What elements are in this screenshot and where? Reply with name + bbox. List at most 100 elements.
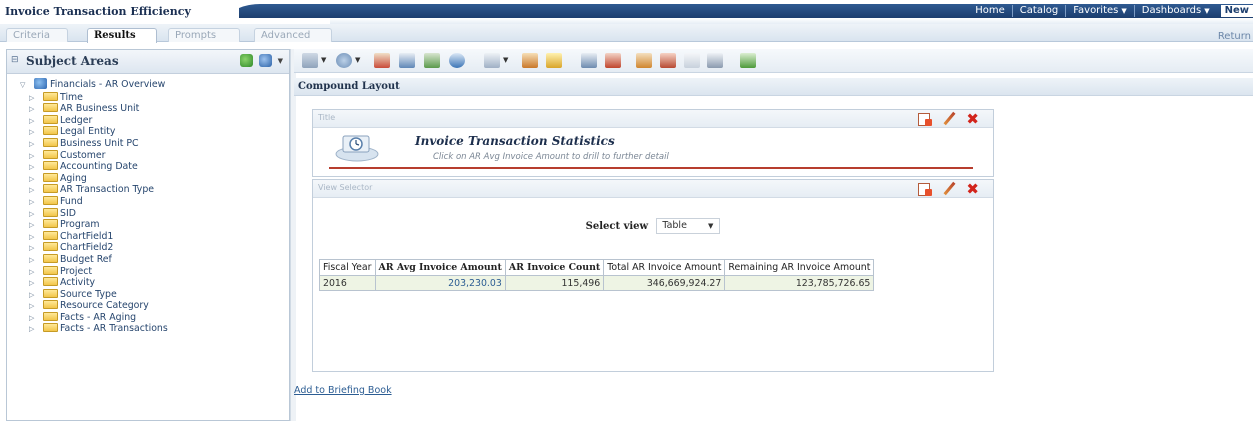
column-header[interactable]: AR Invoice Count xyxy=(504,259,605,276)
folder-icon xyxy=(43,277,58,287)
subject-areas-header: ⊟ Subject Areas ▼ xyxy=(7,50,289,74)
tree-folder[interactable]: ▷ Facts - AR Transactions xyxy=(7,323,289,335)
column-header[interactable]: Remaining AR Invoice Amount xyxy=(724,259,875,276)
nav-dashboards[interactable]: Dashboards ▼ xyxy=(1133,5,1217,17)
tree-folder[interactable]: ▷ Fund xyxy=(7,195,289,208)
folder-icon xyxy=(43,161,58,171)
compound-layout: Compound Layout Title ✖ Invoice Transact… xyxy=(294,78,1253,421)
column-properties-icon[interactable] xyxy=(707,53,723,68)
compound-layout-heading: Compound Layout xyxy=(294,78,1253,96)
new-view-menu-icon[interactable] xyxy=(484,53,500,68)
tree-folder[interactable]: ▷ Customer xyxy=(7,149,289,162)
tree-folder[interactable]: ▷ AR Business Unit xyxy=(7,103,289,115)
tree-folder[interactable]: ▷ AR Transaction Type xyxy=(7,184,289,196)
folder-icon xyxy=(43,126,58,136)
refresh-icon[interactable] xyxy=(258,54,272,67)
drill-cell[interactable]: 203,230.03 xyxy=(374,275,506,291)
folder-icon xyxy=(43,114,58,124)
editor-tabs: Criteria Results Prompts Advanced Return xyxy=(0,24,1253,43)
bulb-icon[interactable] xyxy=(546,53,562,68)
add-to-briefing-book-link[interactable]: Add to Briefing Book xyxy=(294,385,392,396)
tree-folder[interactable]: ▷ Project xyxy=(7,265,289,278)
collapse-icon[interactable]: ⊟ xyxy=(11,55,19,65)
refresh-results-icon[interactable] xyxy=(449,53,465,68)
title-view-label: Title xyxy=(318,113,336,122)
chart-icon[interactable] xyxy=(399,53,415,68)
tree-folder[interactable]: ▷ Resource Category xyxy=(7,300,289,312)
tree-folder[interactable]: ▷ Aging xyxy=(7,172,289,185)
tree-folder[interactable]: ▷ SID xyxy=(7,207,289,220)
nav-catalog[interactable]: Catalog xyxy=(1011,5,1065,17)
print-icon[interactable] xyxy=(302,53,318,68)
nav-home[interactable]: Home xyxy=(968,5,1012,17)
results-table: Fiscal Year AR Avg Invoice Amount AR Invoi… xyxy=(319,259,875,291)
column-header[interactable]: Fiscal Year xyxy=(319,259,376,276)
chevron-down-icon[interactable]: ▼ xyxy=(278,57,283,65)
table-view-icon[interactable] xyxy=(581,53,597,68)
title-divider xyxy=(329,167,973,169)
title-view-tools: ✖ xyxy=(918,111,979,126)
expand-icon[interactable]: ▽ xyxy=(20,80,29,92)
chevron-down-icon: ▼ xyxy=(1121,7,1127,15)
select-view-dropdown[interactable]: Table ▼ xyxy=(656,218,721,234)
format-icon[interactable] xyxy=(374,53,390,68)
column-header[interactable]: Total AR Invoice Amount xyxy=(603,259,726,276)
delete-x-icon[interactable]: ✖ xyxy=(966,111,979,126)
tree-folder[interactable]: ▷ Legal Entity xyxy=(7,126,289,138)
add-subject-area-icon[interactable] xyxy=(239,54,253,67)
tree-folder[interactable]: ▷ Facts - AR Aging xyxy=(7,311,289,324)
tree-root[interactable]: ▽ Financials - AR Overview xyxy=(7,78,289,90)
folder-icon xyxy=(43,195,58,205)
delete-x-icon[interactable]: ✖ xyxy=(966,181,979,196)
return-link[interactable]: Return xyxy=(1218,31,1251,42)
pivot-view-icon[interactable] xyxy=(605,53,621,68)
tree-folder[interactable]: ▷ Business Unit PC xyxy=(7,137,289,150)
folder-icon xyxy=(43,300,58,310)
select-view-label: Select view xyxy=(585,221,649,232)
tab-advanced[interactable]: Advanced xyxy=(254,28,332,42)
view-properties-icon[interactable] xyxy=(918,182,933,196)
folder-icon xyxy=(43,288,58,298)
new-view-icon[interactable] xyxy=(424,53,440,68)
export-icon[interactable] xyxy=(336,53,352,68)
chevron-down-icon[interactable]: ▼ xyxy=(321,56,326,64)
nav-new[interactable]: New xyxy=(1220,5,1253,17)
tree-folder[interactable]: ▷ Accounting Date xyxy=(7,161,289,173)
folder-icon xyxy=(43,103,58,113)
tree-folder[interactable]: ▷ ChartField1 xyxy=(7,230,289,243)
edit-pencil-icon[interactable] xyxy=(942,112,956,126)
tree-folder[interactable]: ▷ Program xyxy=(7,219,289,231)
report-title: Invoice Transaction Statistics xyxy=(415,134,615,148)
tree-folder[interactable]: ▷ Source Type xyxy=(7,288,289,301)
tree-folder[interactable]: ▷ Time xyxy=(7,91,289,104)
folder-list: ▷ Time ▷ AR Business Unit ▷ Ledger ▷ Legal Enti… xyxy=(7,91,289,335)
chevron-down-icon[interactable]: ▼ xyxy=(503,56,508,64)
tab-prompts[interactable]: Prompts xyxy=(168,28,240,42)
table-cell: 2016 xyxy=(319,275,376,291)
report-subtitle: Click on AR Avg Invoice Amount to drill … xyxy=(433,152,669,162)
chevron-down-icon[interactable]: ▼ xyxy=(355,56,360,64)
tab-results[interactable]: Results xyxy=(87,28,157,43)
filter-icon[interactable] xyxy=(660,53,676,68)
tab-criteria[interactable]: Criteria xyxy=(6,28,68,42)
tree-folder[interactable]: ▷ ChartField2 xyxy=(7,242,289,254)
view-selector-header: View Selector ✖ xyxy=(313,180,993,198)
selection-steps-icon[interactable] xyxy=(684,53,700,68)
nav-favorites[interactable]: Favorites ▼ xyxy=(1065,5,1134,17)
global-nav: Home Catalog Favorites ▼ Dashboards ▼ New xyxy=(968,4,1253,18)
view-properties-icon[interactable] xyxy=(918,112,933,126)
expand-icon[interactable]: ▷ xyxy=(29,324,38,336)
column-header[interactable]: AR Avg Invoice Amount xyxy=(374,259,506,276)
subject-areas-panel: ⊟ Subject Areas ▼ ▽ Financials - AR Overv… xyxy=(6,49,290,421)
chevron-down-icon: ▼ xyxy=(1204,7,1210,15)
table-row: 2016 203,230.03 115,496 346,669,924.27 123,7… xyxy=(319,275,875,291)
title-view: Title ✖ Invoice Transaction Statistics C… xyxy=(312,109,994,177)
edit-pencil-icon[interactable] xyxy=(942,182,956,196)
sort-icon[interactable] xyxy=(636,53,652,68)
tree-folder[interactable]: ▷ Ledger xyxy=(7,114,289,127)
sort-order-icon[interactable] xyxy=(740,53,756,68)
edit-view-icon[interactable] xyxy=(522,53,538,68)
subject-area-icon xyxy=(34,78,47,89)
tree-folder[interactable]: ▷ Activity xyxy=(7,277,289,289)
tree-folder[interactable]: ▷ Budget Ref xyxy=(7,253,289,266)
